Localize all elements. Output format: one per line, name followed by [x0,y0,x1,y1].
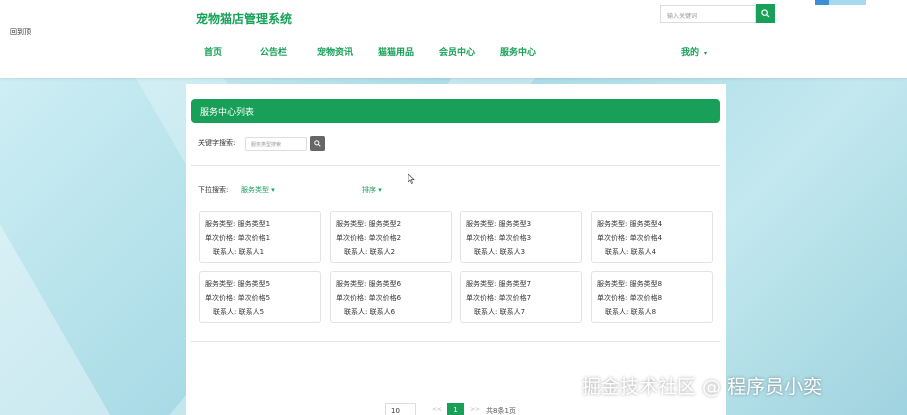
site-header: 回到顶 宠物猫店管理系统 输入关键词 首页 公告栏 宠物资讯 猫猫用品 会员中心… [0,0,907,78]
dropdown-label: 下拉搜索: [198,186,229,194]
search-button[interactable] [756,4,775,23]
nav-service-center[interactable]: 服务中心 [500,45,536,58]
keyword-label: 关键字搜索: [198,139,236,147]
card-contact: 联系人: 联系人1 [213,248,265,256]
watermark: 掘金技术社区 @ 程序员小奕 [582,376,823,398]
search-icon [314,140,321,147]
nav-me-label: 我的 [681,48,700,58]
card-price: 单次价格: 单次价格3 [466,234,532,242]
service-list-panel: 服务中心列表 关键字搜索: 服务类型搜索 下拉搜索: 服务类型 ▾ 排序 ▾ 服… [186,84,726,415]
card-contact: 联系人: 联系人6 [344,308,396,316]
card-contact: 联系人: 联系人8 [605,308,657,316]
service-card[interactable]: 服务类型: 服务类型6 单次价格: 单次价格6 联系人: 联系人6 [330,271,452,323]
service-type-dropdown-label: 服务类型 [241,186,269,194]
card-type: 服务类型: 服务类型7 [466,280,532,288]
card-type: 服务类型: 服务类型2 [336,220,402,228]
nav-home[interactable]: 首页 [204,45,222,58]
keyword-input[interactable]: 服务类型搜索 [245,137,307,151]
card-type: 服务类型: 服务类型1 [205,220,271,228]
card-price: 单次价格: 单次价格1 [205,234,271,242]
nav-member-center[interactable]: 会员中心 [439,45,475,58]
nav-pet-news[interactable]: 宠物资讯 [317,45,353,58]
search-input[interactable]: 输入关键词 [660,5,756,23]
card-contact: 联系人: 联系人3 [474,248,526,256]
page-size-select[interactable]: 10 [385,403,416,415]
sort-dropdown-label: 排序 [362,186,376,194]
card-price: 单次价格: 单次价格8 [597,294,663,302]
chevron-down-icon: ▾ [271,186,275,194]
card-type: 服务类型: 服务类型5 [205,280,271,288]
divider [191,341,720,342]
service-card[interactable]: 服务类型: 服务类型1 单次价格: 单次价格1 联系人: 联系人1 [199,211,321,263]
nav-cat-supplies[interactable]: 猫猫用品 [378,45,414,58]
card-contact: 联系人: 联系人5 [213,308,265,316]
service-card[interactable]: 服务类型: 服务类型7 单次价格: 单次价格7 联系人: 联系人7 [460,271,582,323]
nav-me-dropdown[interactable]: 我的 ▾ [681,45,707,58]
service-card[interactable]: 服务类型: 服务类型3 单次价格: 单次价格3 联系人: 联系人3 [460,211,582,263]
card-contact: 联系人: 联系人4 [605,248,657,256]
site-title: 宠物猫店管理系统 [196,12,293,26]
corner-badge [815,0,866,5]
chevron-down-icon: ▾ [378,186,382,194]
service-card[interactable]: 服务类型: 服务类型8 单次价格: 单次价格8 联系人: 联系人8 [591,271,713,323]
next-page-button[interactable]: >> [470,406,480,413]
card-type: 服务类型: 服务类型4 [597,220,663,228]
nav-notice[interactable]: 公告栏 [260,45,287,58]
card-type: 服务类型: 服务类型6 [336,280,402,288]
panel-title: 服务中心列表 [191,99,720,123]
card-type: 服务类型: 服务类型8 [597,280,663,288]
sort-dropdown[interactable]: 排序 ▾ [362,185,382,195]
service-card[interactable]: 服务类型: 服务类型4 单次价格: 单次价格4 联系人: 联系人4 [591,211,713,263]
service-card[interactable]: 服务类型: 服务类型5 单次价格: 单次价格5 联系人: 联系人5 [199,271,321,323]
prev-page-button[interactable]: << [432,406,442,413]
current-page-button[interactable]: 1 [447,403,464,415]
card-contact: 联系人: 联系人7 [474,308,526,316]
card-price: 单次价格: 单次价格5 [205,294,271,302]
search-icon [761,9,770,18]
mouse-cursor-icon [408,174,415,184]
card-price: 单次价格: 单次价格4 [597,234,663,242]
card-contact: 联系人: 联系人2 [344,248,396,256]
card-price: 单次价格: 单次价格2 [336,234,402,242]
keyword-search-button[interactable] [310,136,325,151]
pager-total: 共8条1页 [486,407,516,415]
card-price: 单次价格: 单次价格6 [336,294,402,302]
service-type-dropdown[interactable]: 服务类型 ▾ [241,185,275,195]
page-size-value: 10 [391,407,400,415]
service-card[interactable]: 服务类型: 服务类型2 单次价格: 单次价格2 联系人: 联系人2 [330,211,452,263]
divider [191,165,720,166]
card-price: 单次价格: 单次价格7 [466,294,532,302]
card-type: 服务类型: 服务类型3 [466,220,532,228]
back-to-top-link[interactable]: 回到顶 [10,27,31,37]
chevron-down-icon: ▾ [704,50,708,57]
